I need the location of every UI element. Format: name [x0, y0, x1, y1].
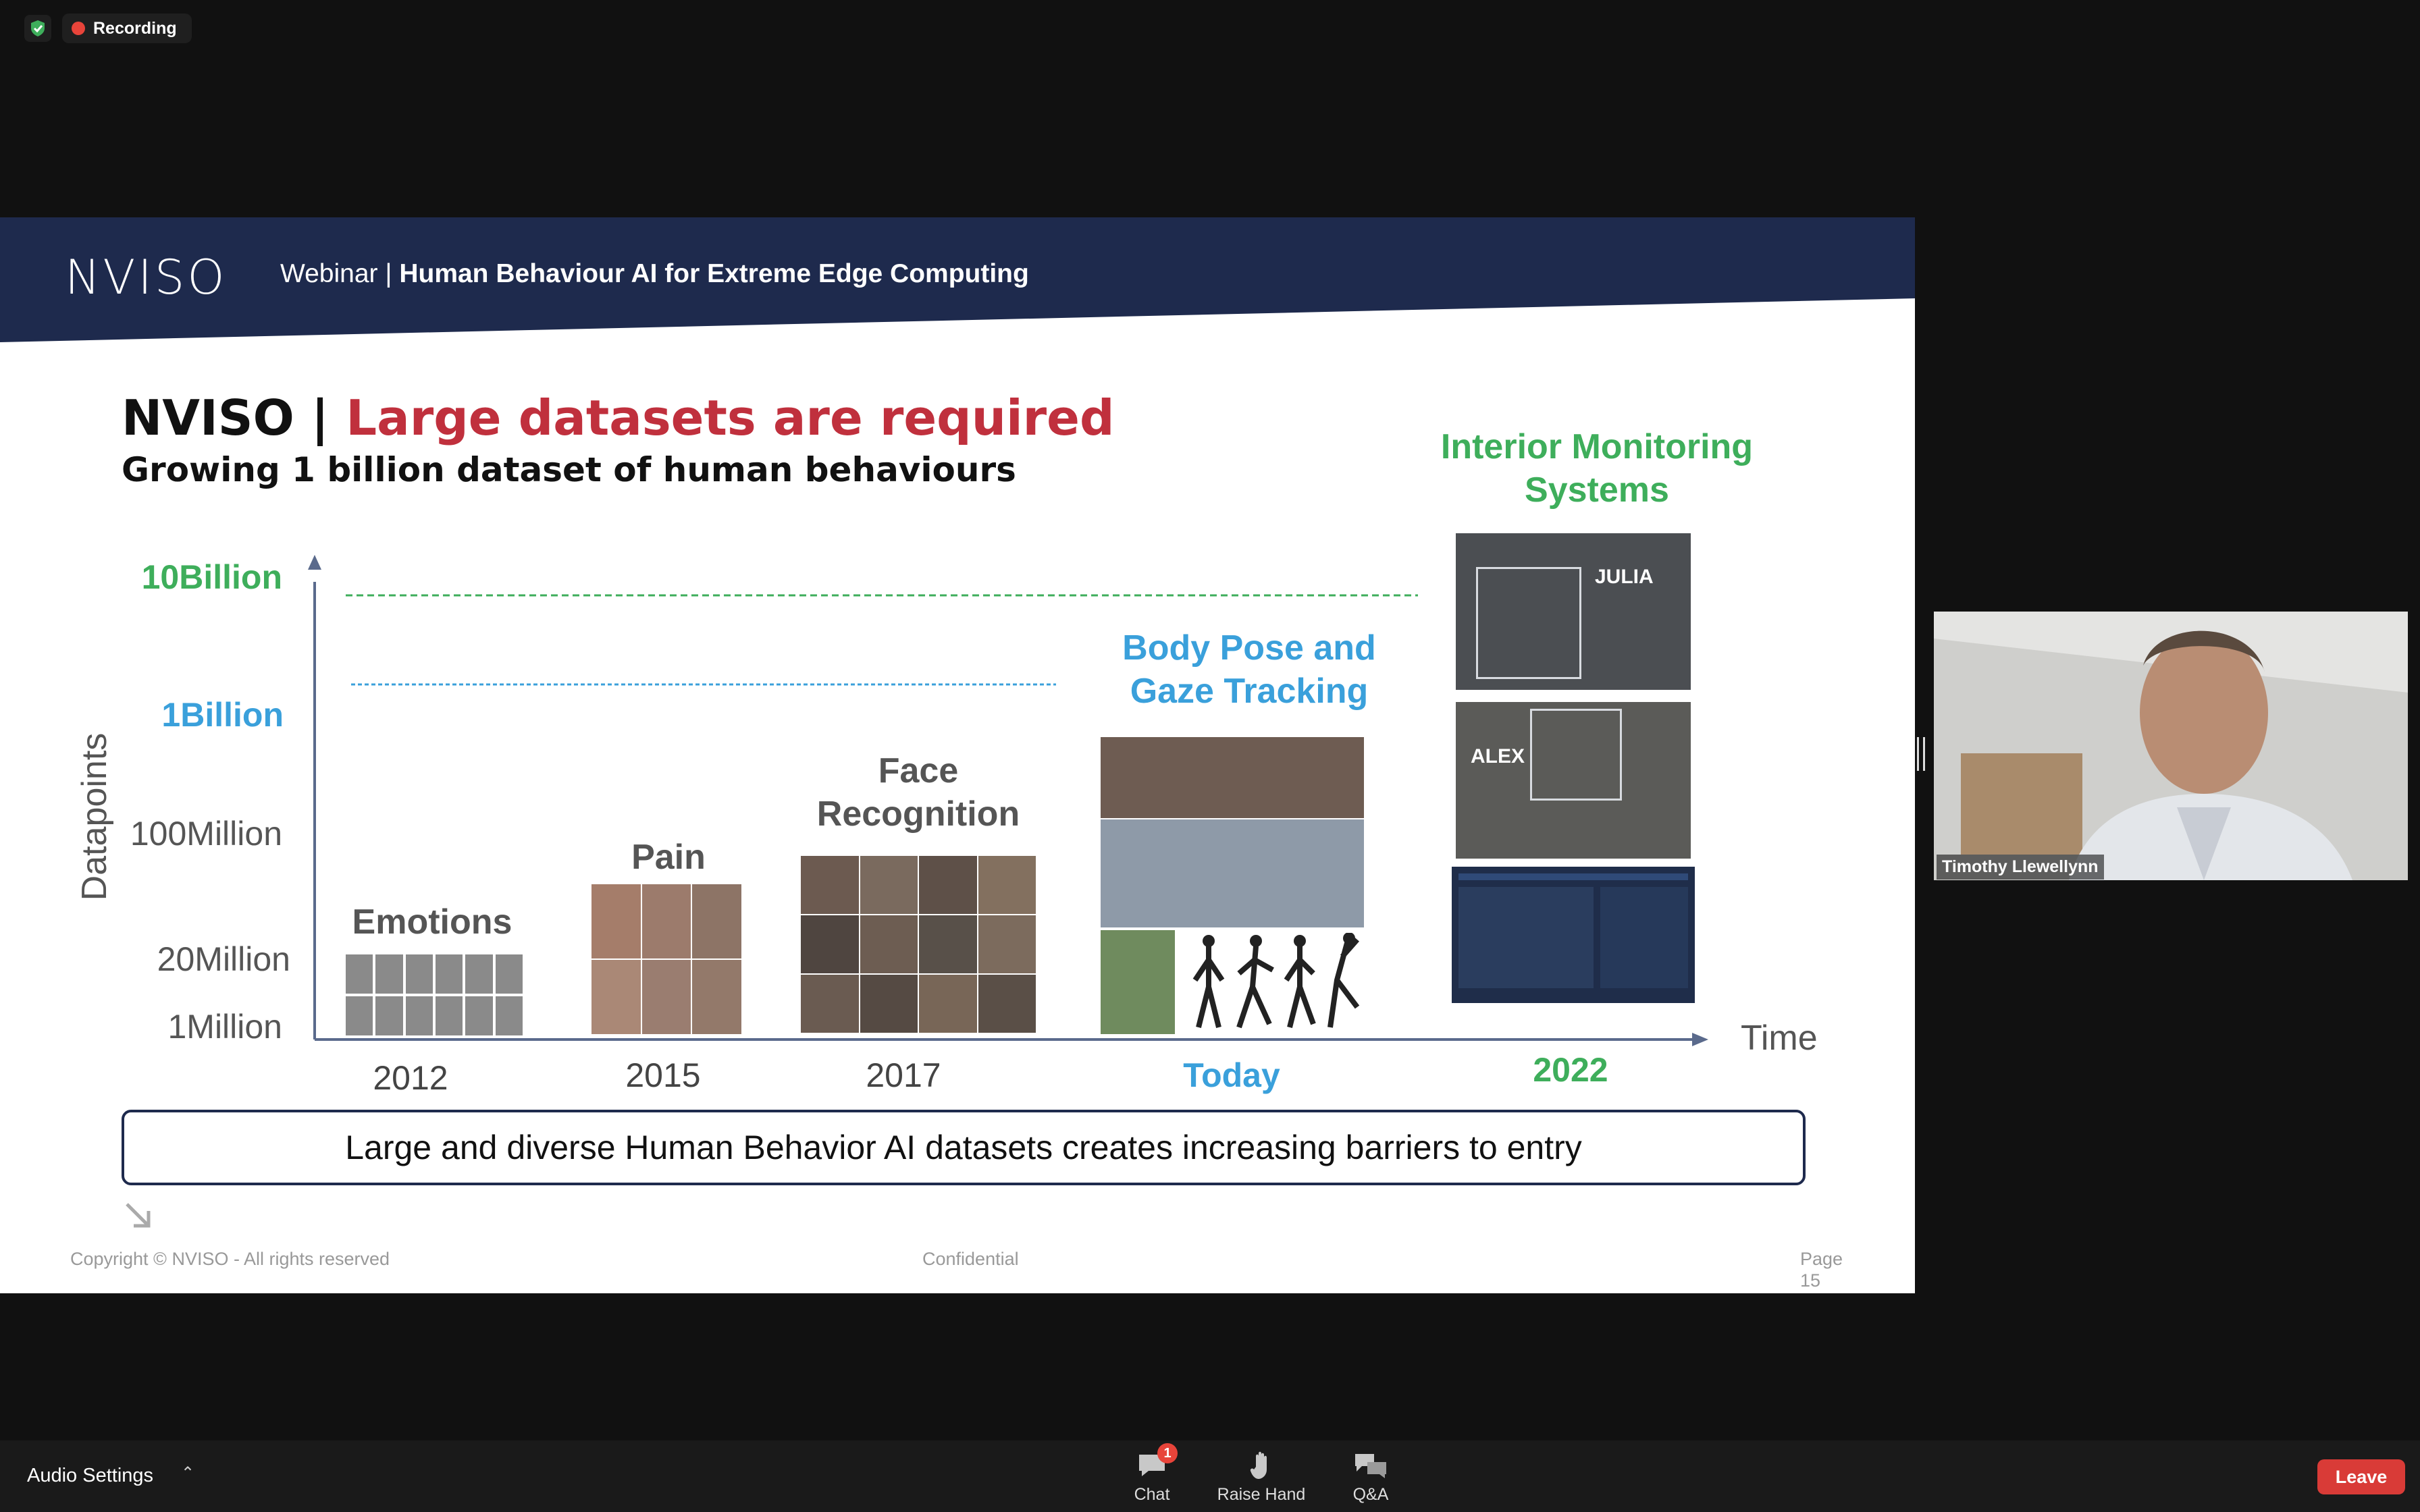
- chat-label: Chat: [1134, 1485, 1170, 1504]
- footer-page-label: Page: [1800, 1249, 1843, 1269]
- y-axis-arrow: [308, 555, 321, 570]
- y-label-100-million: 100Million: [130, 815, 282, 853]
- category-interior-monitoring: Interior Monitoring Systems: [1440, 427, 1754, 510]
- raise-hand-label: Raise Hand: [1217, 1485, 1306, 1504]
- participant-video[interactable]: [1934, 612, 2408, 880]
- raise-hand-button[interactable]: Raise Hand: [1207, 1446, 1315, 1505]
- face-recognition-image: [801, 856, 1036, 1033]
- leave-button[interactable]: Leave: [2317, 1459, 2405, 1494]
- x-label-today: Today: [1183, 1056, 1280, 1094]
- chat-icon: [1098, 1446, 1206, 1485]
- y-label-1-million: 1Million: [167, 1008, 282, 1046]
- x-label-2017: 2017: [866, 1056, 941, 1094]
- qa-button[interactable]: Q&A: [1317, 1446, 1425, 1505]
- arrow-down-right-icon: [122, 1199, 155, 1236]
- interior-monitoring-image-julia: JULIA: [1456, 533, 1691, 690]
- callout-text: Large and diverse Human Behavior AI data…: [345, 1129, 1582, 1166]
- shared-slide: NVISO Webinar | Human Behaviour AI for E…: [0, 217, 1915, 1293]
- participant-name: Timothy Llewellynn: [1937, 855, 2104, 880]
- security-shield-icon[interactable]: [24, 15, 51, 42]
- x-label-2022: 2022: [1533, 1051, 1608, 1089]
- overlay-alex: ALEX: [1471, 745, 1525, 767]
- resize-handle[interactable]: [1917, 737, 1925, 771]
- category-pain: Pain: [631, 838, 706, 877]
- chat-unread-badge: 1: [1157, 1443, 1178, 1463]
- footer-page-number: 15: [1800, 1270, 1821, 1291]
- body-pose-image: [1101, 737, 1364, 1034]
- category-face-recognition: Face Recognition: [816, 751, 1020, 834]
- footer-confidential: Confidential: [922, 1249, 1019, 1269]
- y-label-10-billion: 10Billion: [141, 558, 282, 596]
- callout-box: Large and diverse Human Behavior AI data…: [122, 1110, 1806, 1185]
- audio-settings-button[interactable]: Audio Settings: [27, 1465, 153, 1487]
- category-emotions: Emotions: [352, 902, 512, 942]
- pain-image: [591, 884, 741, 1034]
- y-label-1-billion: 1Billion: [161, 696, 284, 734]
- raise-hand-icon: [1207, 1446, 1315, 1485]
- x-label-2015: 2015: [625, 1056, 701, 1094]
- x-axis-arrow: [1692, 1033, 1708, 1046]
- recording-label: Recording: [93, 18, 177, 38]
- x-axis-title: Time: [1741, 1019, 1818, 1058]
- overlay-julia: JULIA: [1595, 566, 1654, 588]
- chevron-up-icon[interactable]: ⌃: [181, 1463, 194, 1483]
- recording-indicator[interactable]: Recording: [62, 14, 192, 43]
- qa-icon: [1317, 1446, 1425, 1485]
- footer-copyright: Copyright © NVISO - All rights reserved: [70, 1249, 390, 1269]
- category-body-pose: Body Pose and Gaze Tracking: [1122, 628, 1376, 711]
- top-status-bar: [0, 0, 2420, 54]
- interior-monitoring-image-dashboard: [1452, 867, 1695, 1003]
- qa-label: Q&A: [1352, 1485, 1389, 1504]
- chat-button[interactable]: Chat: [1098, 1446, 1206, 1505]
- y-label-20-million: 20Million: [157, 940, 290, 978]
- recording-dot-icon: [72, 22, 85, 35]
- emotions-thumbnails: [346, 954, 523, 1035]
- x-label-2012: 2012: [373, 1059, 448, 1097]
- interior-monitoring-image-alex: ALEX: [1456, 702, 1691, 859]
